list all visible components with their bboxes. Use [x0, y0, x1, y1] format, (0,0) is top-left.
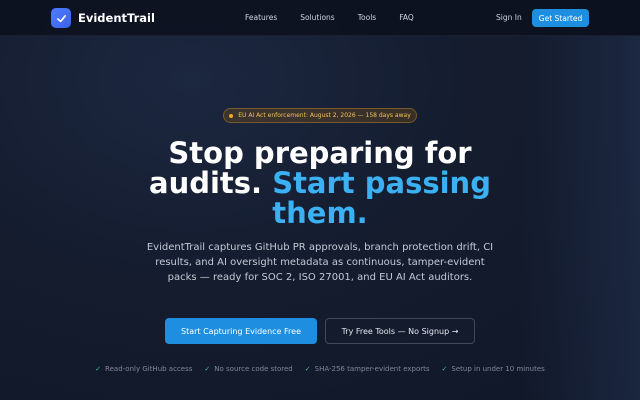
nav-link-solutions[interactable]: Solutions: [300, 13, 334, 22]
feature-label: SHA-256 tamper-evident exports: [314, 365, 430, 373]
feature-label: Setup in under 10 minutes: [451, 365, 545, 373]
brand-logo[interactable]: EvidentTrail: [51, 8, 155, 28]
try-free-tools-button[interactable]: Try Free Tools — No Signup →: [325, 318, 475, 344]
start-capturing-button[interactable]: Start Capturing Evidence Free: [165, 318, 317, 344]
check-icon: ✓: [95, 365, 102, 373]
feature-item: ✓ No source code stored: [204, 365, 292, 373]
feature-label: No source code stored: [214, 365, 293, 373]
badge-text: EU AI Act enforcement: August 2, 2026 — …: [238, 112, 411, 119]
nav-links: Features Solutions Tools FAQ: [245, 13, 437, 22]
enforcement-badge: EU AI Act enforcement: August 2, 2026 — …: [223, 108, 417, 123]
headline-accent: Start passing them.: [272, 166, 491, 230]
background-glow: [520, 36, 640, 400]
sign-in-link[interactable]: Sign In: [496, 13, 522, 22]
top-navbar: EvidentTrail Features Solutions Tools FA…: [0, 0, 640, 36]
feature-item: ✓ SHA-256 tamper-evident exports: [305, 365, 430, 373]
checkmark-icon: [51, 8, 71, 28]
feature-item: ✓ Setup in under 10 minutes: [442, 365, 545, 373]
feature-item: ✓ Read-only GitHub access: [95, 365, 192, 373]
check-icon: ✓: [304, 365, 311, 373]
get-started-button[interactable]: Get Started: [532, 9, 589, 27]
nav-link-features[interactable]: Features: [245, 13, 277, 22]
hero-headline: Stop preparing for audits. Start passing…: [120, 138, 520, 228]
check-icon: ✓: [204, 365, 211, 373]
nav-link-tools[interactable]: Tools: [358, 13, 376, 22]
brand-name: EvidentTrail: [78, 11, 155, 25]
nav-link-faq[interactable]: FAQ: [399, 13, 414, 22]
hero-subtitle: EvidentTrail captures GitHub PR approval…: [146, 242, 494, 283]
status-dot-icon: [229, 113, 234, 118]
feature-label: Read-only GitHub access: [105, 365, 193, 373]
check-icon: ✓: [441, 365, 448, 373]
feature-list: ✓ Read-only GitHub access ✓ No source co…: [0, 365, 640, 373]
